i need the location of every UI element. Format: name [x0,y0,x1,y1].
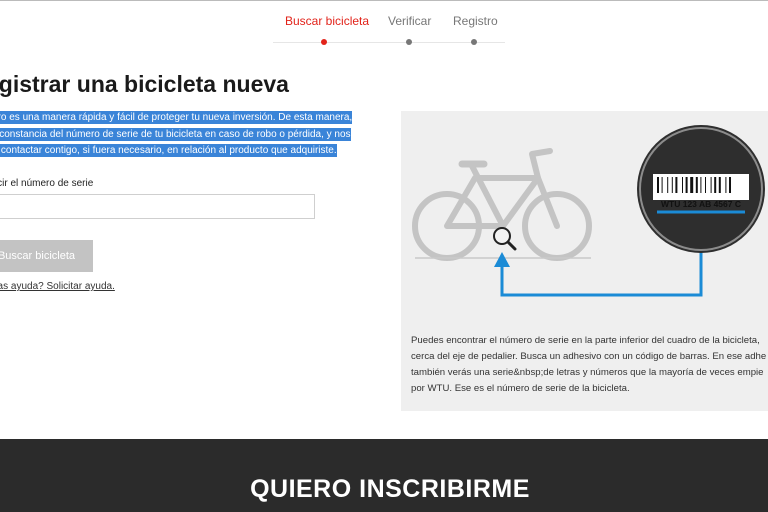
step-registro[interactable]: Registro [453,14,498,28]
help-line-1: Puedes encontrar el número de serie en l… [411,335,760,346]
magnifier-icon [493,227,517,251]
step-buscar-bicicleta[interactable]: Buscar bicicleta [285,14,369,28]
step-dot-verificar [406,39,412,45]
intro-line-2: ará constancia del número de serie de tu… [0,127,351,141]
help-line-2: cerca del eje de pedalier. Busca un adhe… [411,351,767,362]
serial-help-text: Puedes encontrar el número de serie en l… [411,333,768,397]
serial-number-label: ducir el número de serie [0,178,94,189]
progress-steps: Buscar bicicleta Verificar Registro [0,0,768,50]
help-line-4: por WTU. Ese es el número de serie de la… [411,383,630,394]
help-line-3: también verás una serie&nbsp;de letras y… [411,367,764,378]
serial-number-input[interactable] [0,194,315,219]
intro-line-3: itirá contactar contigo, si fuera necesa… [0,144,337,157]
intro-line-1: gistro es una manera rápida y fácil de p… [0,111,353,124]
step-verificar[interactable]: Verificar [388,14,431,28]
step-dot-buscar-bicicleta [321,39,327,45]
search-bike-button[interactable]: Buscar bicicleta [0,240,93,272]
footer-title[interactable]: QUIERO INSCRIBIRME [0,475,768,504]
step-dot-registro [471,39,477,45]
serial-help-panel: WTU 123 AB 4567 C Puedes encontrar el nú… [401,111,768,411]
intro-text: gistro es una manera rápida y fácil de p… [0,110,366,160]
page-title: egistrar una bicicleta nueva [0,71,289,97]
footer-banner: QUIERO INSCRIBIRME [0,439,768,512]
bike-serial-diagram: WTU 123 AB 4567 C [412,125,765,297]
help-link[interactable]: esitas ayuda? Solicitar ayuda. [0,281,115,292]
serial-example-text: WTU 123 AB 4567 C [661,199,741,209]
